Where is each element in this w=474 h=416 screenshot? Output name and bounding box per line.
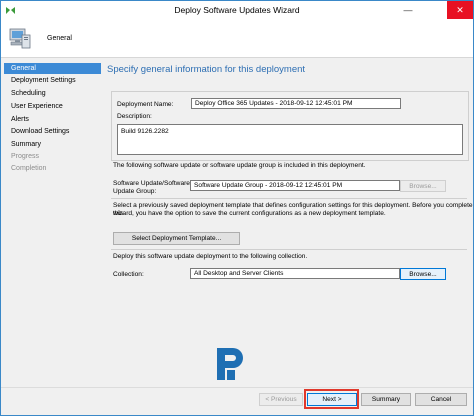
nav-item-download-settings[interactable]: Download Settings (4, 126, 75, 137)
header-page-label: General (47, 35, 72, 42)
description-label: Description: (117, 113, 152, 120)
update-group-label-line2: Update Group: (113, 188, 157, 195)
computer-icon (9, 28, 31, 49)
collection-label: Collection: (113, 271, 144, 278)
nav-item-user-experience[interactable]: User Experience (4, 101, 69, 112)
nav-item-alerts[interactable]: Alerts (4, 114, 35, 125)
deployment-name-label: Deployment Name: (117, 101, 174, 108)
template-info-line2: wizard, you have the option to save the … (113, 210, 386, 217)
page-heading: Specify general information for this dep… (107, 64, 306, 75)
nav-item-general[interactable]: General (4, 63, 101, 74)
general-group: Deployment Name: Deploy Office 365 Updat… (111, 91, 469, 161)
nav-item-scheduling[interactable]: Scheduling (4, 88, 52, 99)
wizard-header: General (1, 21, 473, 58)
watermark-logo (217, 348, 243, 380)
title-bar: Deploy Software Updates Wizard — ✕ (1, 1, 473, 21)
nav-item-completion: Completion (11, 165, 47, 172)
close-button[interactable]: ✕ (447, 1, 473, 19)
update-group-label-line1: Software Update/Software (113, 180, 190, 187)
nav-item-summary[interactable]: Summary (4, 139, 47, 150)
nav-item-progress: Progress (11, 153, 40, 160)
footer-divider (1, 387, 473, 388)
description-field[interactable]: Build 9126.2282 (117, 124, 463, 155)
wizard-content: Specify general information for this dep… (101, 58, 473, 388)
collection-field[interactable]: All Desktop and Server Clients (190, 268, 400, 279)
select-deployment-template-button[interactable]: Select Deployment Template... (113, 232, 240, 245)
divider (111, 249, 467, 250)
next-highlight-frame (304, 389, 359, 409)
cancel-button[interactable]: Cancel (415, 393, 467, 406)
wizard-window: Deploy Software Updates Wizard — ✕ Gener… (0, 0, 474, 416)
collection-info-text: Deploy this software update deployment t… (113, 253, 308, 260)
minimize-button[interactable]: — (395, 1, 421, 19)
collection-browse-button[interactable]: Browse... (400, 268, 446, 280)
update-info-text: The following software update or softwar… (113, 162, 366, 169)
nav-item-deployment-settings[interactable]: Deployment Settings (4, 75, 82, 86)
deployment-name-field[interactable]: Deploy Office 365 Updates - 2018-09-12 1… (191, 98, 401, 109)
divider (111, 198, 467, 199)
wizard-nav: General Deployment Settings Scheduling U… (1, 58, 101, 348)
update-group-browse-button: Browse... (400, 180, 446, 192)
previous-button: < Previous (259, 393, 303, 406)
update-group-field[interactable]: Software Update Group - 2018-09-12 12:45… (190, 180, 400, 191)
summary-button[interactable]: Summary (361, 393, 411, 406)
